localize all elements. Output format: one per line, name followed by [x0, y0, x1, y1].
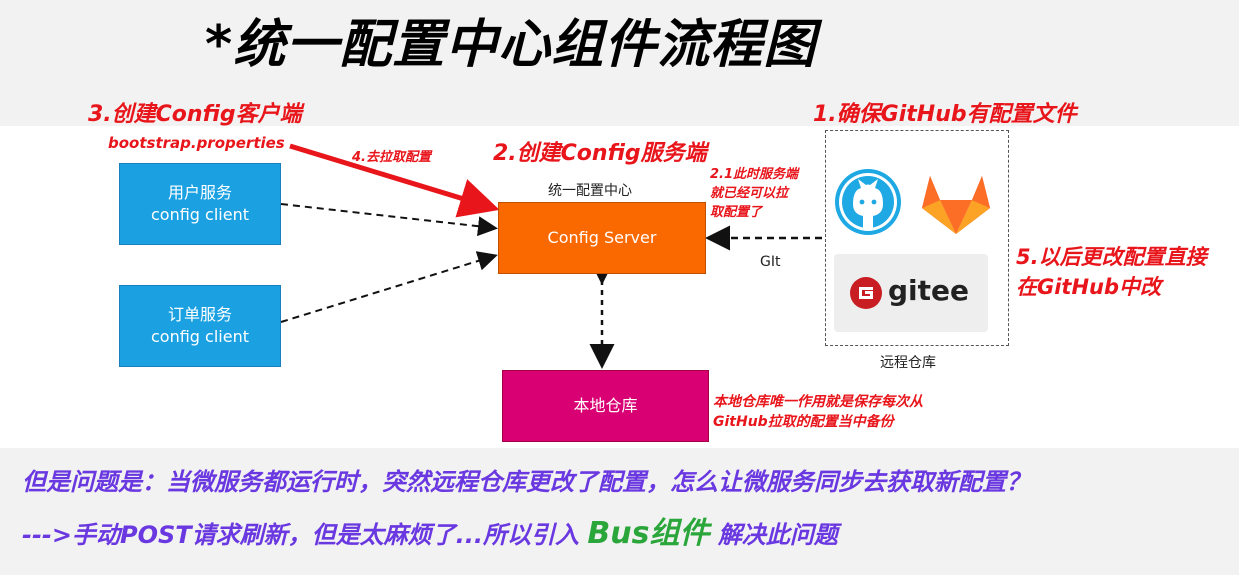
server-caption: 统一配置中心: [548, 183, 632, 199]
step1-label: 1.确保GitHub有配置文件: [813, 102, 1077, 127]
order-service-role: config client: [151, 327, 249, 346]
gitee-logo-icon: gitee: [834, 254, 988, 332]
config-server-node: Config Server: [498, 202, 706, 274]
local-repo-node: 本地仓库: [502, 370, 709, 442]
answer-text: --->手动POST请求刷新，但是太麻烦了...所以引入 Bus组件 解决此问题: [22, 508, 838, 552]
user-service-node: 用户服务 config client: [119, 163, 281, 245]
gitlab-fox-icon: [922, 176, 990, 234]
bootstrap-file-label: bootstrap.properties: [108, 134, 285, 152]
gitee-text: gitee: [888, 274, 970, 307]
github-octocat-icon: [835, 169, 901, 235]
order-to-server-arrow: [280, 251, 498, 323]
bus-highlight: Bus组件: [587, 516, 710, 551]
user-service-name: 用户服务: [167, 183, 232, 202]
git-label: GIt: [760, 254, 781, 270]
answer-prefix: --->手动POST请求刷新，但是太麻烦了...所以引入: [22, 521, 579, 549]
step4-label: 4.去拉取配置: [352, 150, 431, 165]
question-text: 但是问题是：当微服务都运行时，突然远程仓库更改了配置，怎么让微服务同步去获取新配…: [22, 468, 1030, 496]
user-service-role: config client: [151, 205, 249, 224]
step2-1-line2: 就已经可以拉: [710, 186, 789, 201]
step3-label: 3.创建Config客户端: [88, 102, 302, 127]
answer-suffix: 解决此问题: [717, 521, 838, 549]
remote-repo-caption: 远程仓库: [880, 355, 936, 371]
step2-1-line1: 2.1此时服务端: [710, 167, 799, 182]
local-note-line1: 本地仓库唯一作用就是保存每次从: [713, 394, 923, 410]
step5-note: 5.以后更改配置直接 在GitHub中改: [1016, 242, 1207, 302]
order-service-name: 订单服务: [167, 305, 232, 324]
step2-1-note: 2.1此时服务端 就已经可以拉 取配置了: [710, 165, 798, 222]
step5-line2: 在GitHub中改: [1016, 275, 1162, 299]
local-repo-note: 本地仓库唯一作用就是保存每次从 GitHub拉取的配置当中备份: [713, 392, 923, 432]
step2-label: 2.创建Config服务端: [493, 141, 707, 166]
gitee-g-icon: [850, 277, 882, 309]
user-to-server-arrow: [280, 203, 498, 237]
step5-line1: 5.以后更改配置直接: [1016, 245, 1207, 269]
local-note-line2: GitHub拉取的配置当中备份: [713, 414, 894, 430]
step2-1-line3: 取配置了: [710, 205, 763, 220]
order-service-node: 订单服务 config client: [119, 285, 281, 367]
